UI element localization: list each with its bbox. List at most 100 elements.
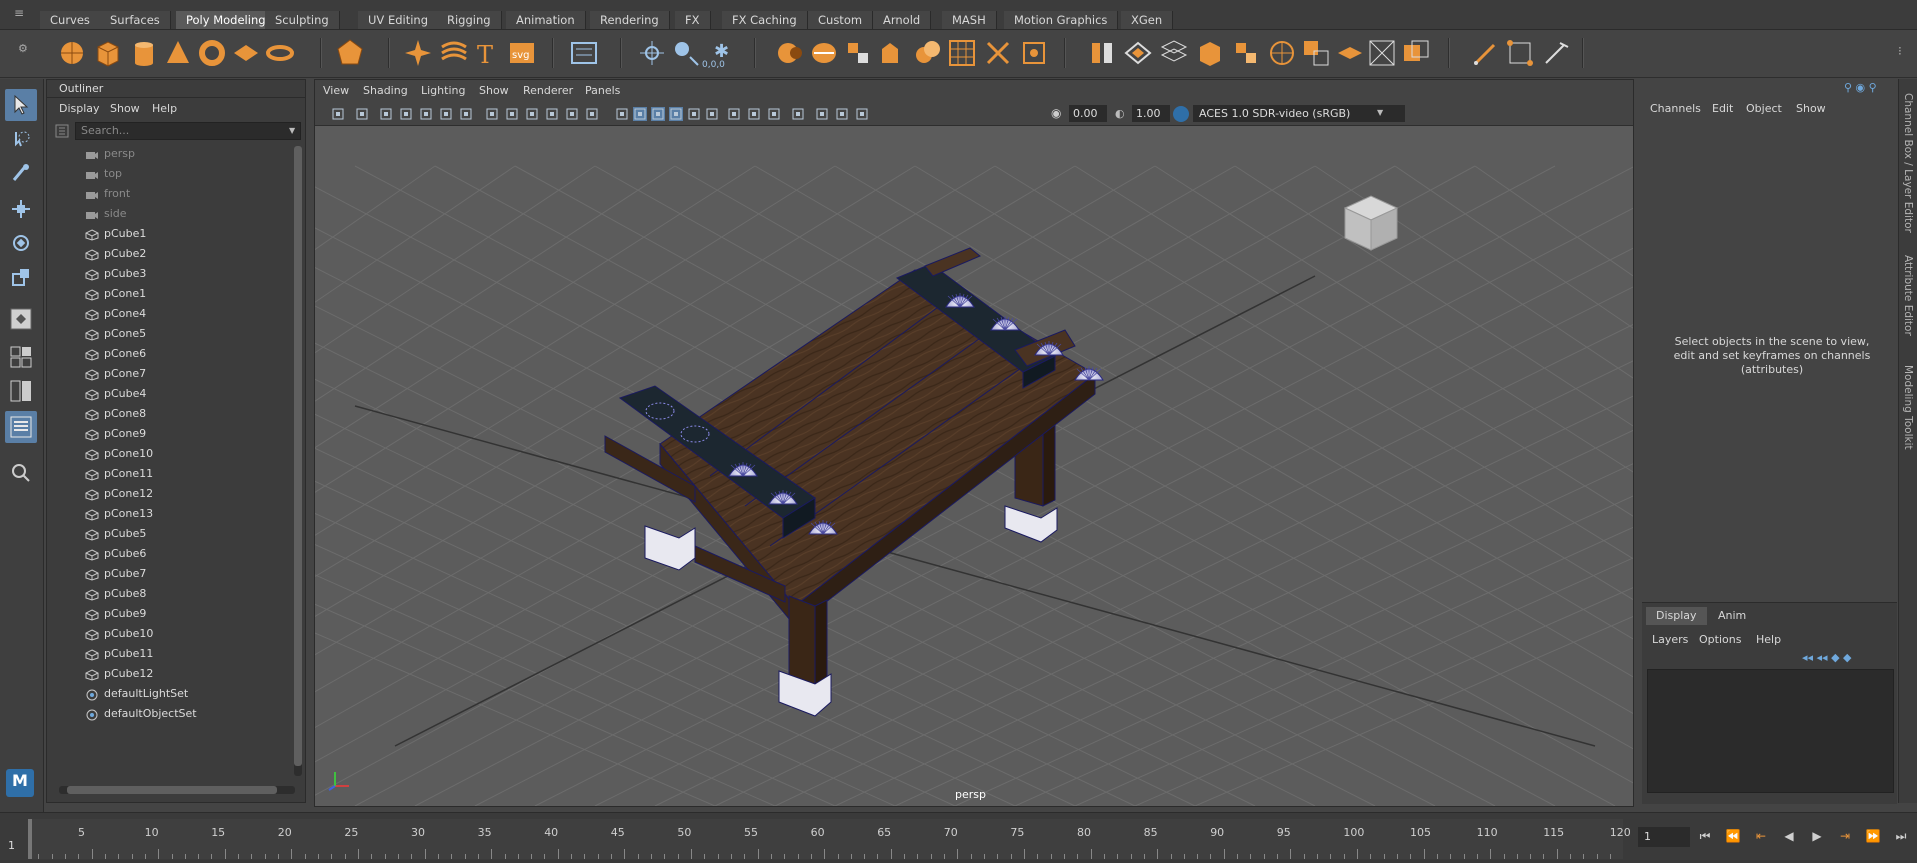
side-tab-modeling-toolkit[interactable]: Modeling Toolkit <box>1902 365 1914 450</box>
chevron-down-icon[interactable]: ▼ <box>289 126 299 136</box>
channel-menu-show[interactable]: Show <box>1796 102 1826 115</box>
xray-icon[interactable] <box>815 107 829 121</box>
separate-icon[interactable] <box>808 36 840 70</box>
smooth-icon[interactable] <box>842 36 874 70</box>
torus-icon[interactable] <box>196 36 228 70</box>
maya-logo-icon[interactable]: M <box>6 769 34 797</box>
outliner-horizontal-scrollbar[interactable] <box>59 786 295 794</box>
go-to-end-icon[interactable]: ⏭ <box>1892 829 1910 845</box>
uv-shell-icon[interactable] <box>1400 36 1432 70</box>
image-plane-icon[interactable] <box>399 107 413 121</box>
outliner-item[interactable]: pCone7 <box>47 364 291 384</box>
step-back-frame-icon[interactable]: ⇤ <box>1752 829 1770 845</box>
sphere-icon[interactable] <box>56 36 88 70</box>
channel-box-icons[interactable]: ⚲ ◉ ⚲ <box>1844 81 1894 95</box>
2d-pan-icon[interactable] <box>419 107 433 121</box>
safe-action-icon[interactable] <box>565 107 579 121</box>
camera-select-icon[interactable] <box>331 107 345 121</box>
outliner-vertical-scrollbar[interactable] <box>294 146 302 776</box>
outliner-layout-icon[interactable] <box>5 411 37 443</box>
four-view-layout-icon[interactable] <box>5 341 37 373</box>
outliner-item[interactable]: defaultLightSet <box>47 684 291 704</box>
outliner-item[interactable]: pCube7 <box>47 564 291 584</box>
color-space-select[interactable]: ACES 1.0 SDR-video (sRGB) <box>1193 105 1405 122</box>
mirror-icon[interactable] <box>1086 36 1118 70</box>
cone-icon[interactable] <box>162 36 194 70</box>
uv-layout-icon[interactable] <box>1266 36 1298 70</box>
exposure-field[interactable]: 0.00 <box>1069 105 1107 122</box>
shelf-tab-rigging[interactable]: Rigging <box>437 11 502 29</box>
scale-tool-icon[interactable] <box>5 261 37 293</box>
shelf-tab-rendering[interactable]: Rendering <box>590 11 670 29</box>
side-tab-channel-box[interactable]: Channel Box / Layer Editor <box>1902 93 1914 233</box>
timeline-ruler[interactable]: 5 10 15 20 25 30 35 40 45 50 55 60 65 70 75 80 85 90 95 100… <box>28 819 1631 859</box>
outliner-item[interactable]: pCube5 <box>47 524 291 544</box>
safe-title-icon[interactable] <box>585 107 599 121</box>
two-view-layout-icon[interactable] <box>5 375 37 407</box>
outliner-item[interactable]: pCone1 <box>47 284 291 304</box>
shelf-tab-arnold[interactable]: Arnold <box>873 11 932 29</box>
side-tab-attribute-editor[interactable]: Attribute Editor <box>1902 255 1914 336</box>
bevel-icon[interactable] <box>876 36 908 70</box>
platonic-solid-icon[interactable] <box>334 36 366 70</box>
super-shape-icon[interactable] <box>402 36 434 70</box>
shelf-tab-mash[interactable]: MASH <box>942 11 997 29</box>
outliner-item[interactable]: front <box>47 184 291 204</box>
outliner-item[interactable]: pCube9 <box>47 604 291 624</box>
shelf-tab-animation[interactable]: Animation <box>506 11 586 29</box>
current-frame-field[interactable]: 1 <box>1638 827 1690 847</box>
smooth-shade-icon[interactable] <box>633 107 647 121</box>
cube-icon[interactable] <box>92 36 124 70</box>
outliner-item[interactable]: pCube8 <box>47 584 291 604</box>
outliner-item[interactable]: pCone11 <box>47 464 291 484</box>
layers-menu-help[interactable]: Help <box>1756 633 1781 646</box>
cylinder-icon[interactable] <box>128 36 160 70</box>
outliner-search-input[interactable]: Search... <box>75 122 301 140</box>
step-forward-key-icon[interactable]: ⏩ <box>1864 829 1882 845</box>
shadows-icon[interactable] <box>687 107 701 121</box>
channel-menu-edit[interactable]: Edit <box>1712 102 1733 115</box>
shelf-tab-poly-modeling[interactable]: Poly Modeling <box>176 11 277 29</box>
paint-select-tool-icon[interactable] <box>5 157 37 189</box>
shelf-tab-fx-caching[interactable]: FX Caching <box>722 11 808 29</box>
textured-icon[interactable] <box>651 107 665 121</box>
channel-menu-object[interactable]: Object <box>1746 102 1782 115</box>
multi-cut-icon[interactable] <box>982 36 1014 70</box>
outliner-item[interactable]: pCube10 <box>47 624 291 644</box>
outliner-menu-display[interactable]: Display <box>59 102 100 115</box>
depth-of-field-icon[interactable] <box>767 107 781 121</box>
layers-menu-layers[interactable]: Layers <box>1652 633 1688 646</box>
outliner-item[interactable]: pCone5 <box>47 324 291 344</box>
extrude-icon[interactable] <box>910 36 942 70</box>
outliner-item[interactable]: pCube11 <box>47 644 291 664</box>
outliner-item[interactable]: pCone12 <box>47 484 291 504</box>
camera-aim-icon[interactable] <box>636 36 668 70</box>
outliner-menu-help[interactable]: Help <box>152 102 177 115</box>
exposure-icon[interactable]: ◉ <box>1051 106 1061 120</box>
combine-icon[interactable] <box>774 36 806 70</box>
outliner-menu-show[interactable]: Show <box>110 102 140 115</box>
tab-anim[interactable]: Anim <box>1708 607 1756 625</box>
step-back-key-icon[interactable]: ⏪ <box>1724 829 1742 845</box>
tool-settings-icon[interactable] <box>568 36 600 70</box>
outliner-item[interactable]: pCone8 <box>47 404 291 424</box>
gamma-icon[interactable]: ◐ <box>1115 107 1127 121</box>
film-gate-icon[interactable] <box>485 107 499 121</box>
resolution-gate-icon[interactable] <box>505 107 519 121</box>
color-management-icon[interactable] <box>1173 106 1189 122</box>
search-icon[interactable] <box>5 457 37 489</box>
gamma-field[interactable]: 1.00 <box>1132 105 1170 122</box>
outliner-item[interactable]: pCone6 <box>47 344 291 364</box>
shelf-tab-surfaces[interactable]: Surfaces <box>100 11 171 29</box>
chevron-down-icon[interactable]: ▼ <box>1377 108 1387 118</box>
viewport-menu-renderer[interactable]: Renderer <box>523 84 573 97</box>
bridge-icon[interactable] <box>946 36 978 70</box>
outliner-item[interactable]: defaultObjectSet <box>47 704 291 724</box>
play-forwards-icon[interactable]: ▶ <box>1808 829 1826 845</box>
rotate-tool-icon[interactable] <box>5 227 37 259</box>
play-backwards-icon[interactable]: ◀ <box>1780 829 1798 845</box>
disc-icon[interactable] <box>264 36 296 70</box>
outliner-item[interactable]: pCube3 <box>47 264 291 284</box>
grid-icon[interactable] <box>459 107 473 121</box>
uv-sew-icon[interactable] <box>1334 36 1366 70</box>
